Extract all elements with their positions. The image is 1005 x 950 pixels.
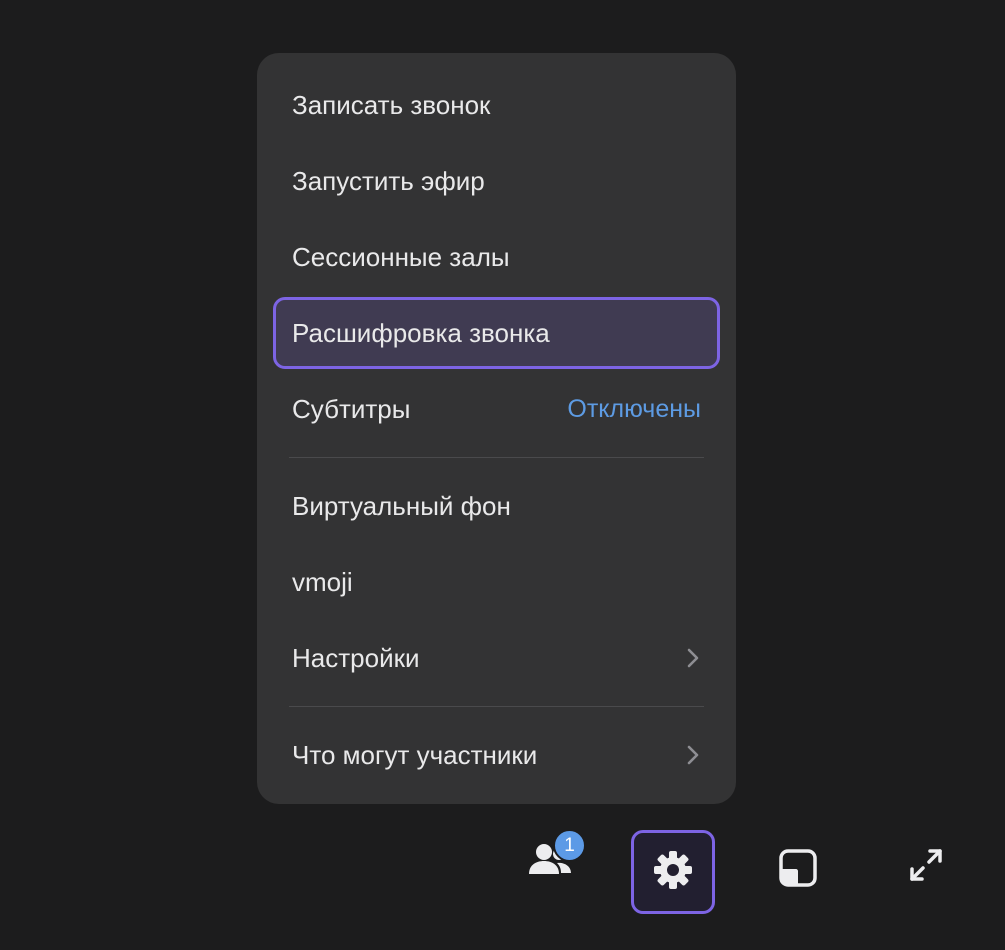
menu-item-subtitles[interactable]: Субтитры Отключены	[273, 371, 720, 447]
layout-icon	[779, 848, 817, 892]
more-options-menu: Записать звонок Запустить эфир Сессионны…	[257, 53, 736, 804]
fullscreen-button[interactable]	[895, 836, 957, 898]
layout-button[interactable]	[766, 838, 830, 902]
gear-icon	[652, 849, 694, 896]
menu-item-label: vmoji	[292, 566, 353, 597]
menu-item-settings[interactable]: Настройки	[273, 620, 720, 696]
menu-divider	[289, 457, 704, 458]
participants-count-badge: 1	[553, 829, 586, 862]
menu-item-breakout-rooms[interactable]: Сессионные залы	[273, 219, 720, 295]
menu-item-virtual-background[interactable]: Виртуальный фон	[273, 468, 720, 544]
chevron-right-icon	[685, 648, 701, 668]
menu-divider	[289, 706, 704, 707]
call-screen: Записать звонок Запустить эфир Сессионны…	[0, 0, 1005, 950]
menu-item-label: Субтитры	[292, 393, 411, 424]
menu-item-record-call[interactable]: Записать звонок	[273, 67, 720, 143]
expand-icon	[908, 847, 944, 888]
menu-item-label: Расшифровка звонка	[292, 317, 550, 348]
menu-item-vmoji[interactable]: vmoji	[273, 544, 720, 620]
settings-button[interactable]	[631, 830, 715, 914]
menu-item-label: Виртуальный фон	[292, 490, 511, 521]
subtitles-status-value: Отключены	[567, 394, 701, 423]
menu-item-label: Настройки	[292, 642, 420, 673]
menu-item-call-transcription[interactable]: Расшифровка звонка	[273, 297, 720, 369]
menu-item-label: Что могут участники	[292, 739, 538, 770]
menu-item-start-broadcast[interactable]: Запустить эфир	[273, 143, 720, 219]
chevron-right-icon	[685, 745, 701, 765]
menu-item-label: Записать звонок	[292, 89, 491, 120]
menu-item-label: Запустить эфир	[292, 165, 485, 196]
menu-item-participant-permissions[interactable]: Что могут участники	[273, 717, 720, 793]
menu-item-label: Сессионные залы	[292, 241, 510, 272]
